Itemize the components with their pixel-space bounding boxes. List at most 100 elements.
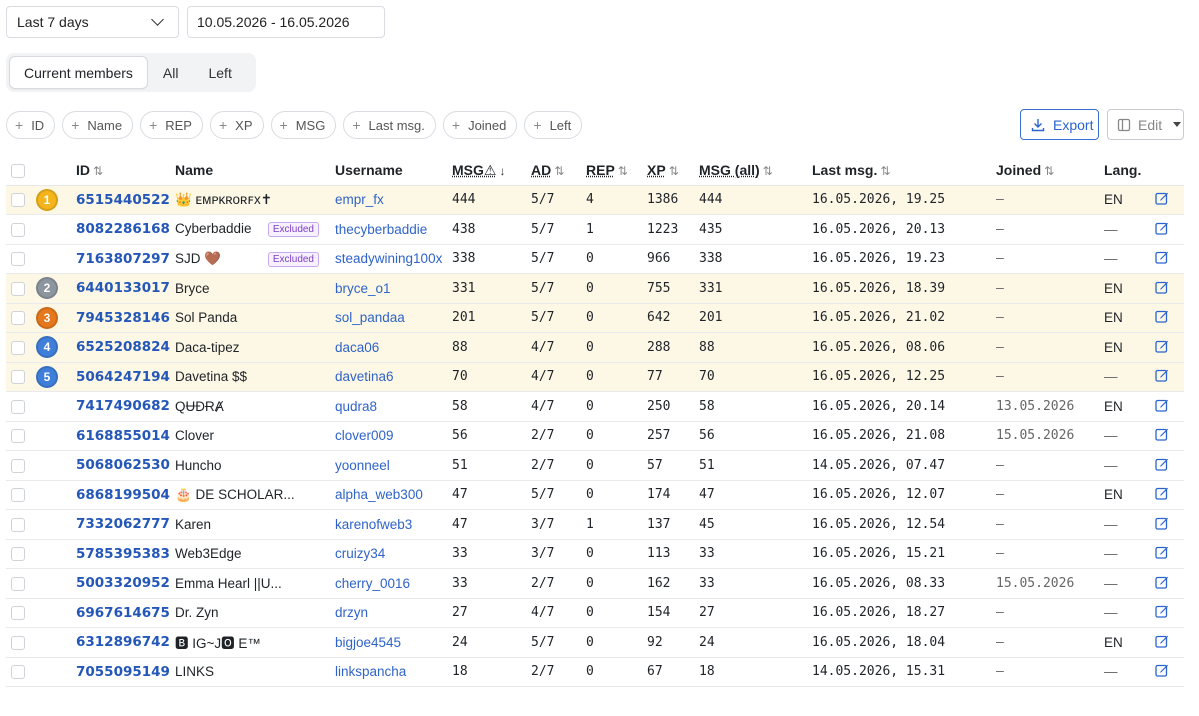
filter-chip-id[interactable]: + ID xyxy=(6,111,56,139)
column-header-xp[interactable]: XP ⇅ xyxy=(647,156,699,186)
column-header-ad[interactable]: AD ⇅ xyxy=(531,156,586,186)
member-username-link[interactable]: davetina6 xyxy=(335,369,394,384)
edit-pencil-icon[interactable] xyxy=(1155,457,1169,474)
export-button[interactable]: Export xyxy=(1020,109,1099,140)
table-row: 6168855014 Clover clover009 56 2/7 0 257… xyxy=(6,421,1184,451)
member-username-link[interactable]: sol_pandaa xyxy=(335,310,405,325)
row-checkbox[interactable] xyxy=(11,311,25,326)
edit-pencil-icon[interactable] xyxy=(1155,516,1169,533)
member-username-link[interactable]: karenofweb3 xyxy=(335,517,412,532)
edit-pencil-icon[interactable] xyxy=(1155,427,1169,444)
edit-pencil-icon[interactable] xyxy=(1155,398,1169,415)
row-checkbox[interactable] xyxy=(11,635,25,650)
joined-value: — xyxy=(996,450,1104,481)
edit-pencil-icon[interactable] xyxy=(1155,309,1169,326)
date-range-input[interactable]: 10.05.2026 - 16.05.2026 xyxy=(187,6,385,38)
member-id-link[interactable]: 6168855014 xyxy=(76,428,170,444)
member-id-link[interactable]: 7417490682 xyxy=(76,398,170,414)
member-username-link[interactable]: thecyberbaddie xyxy=(335,222,427,237)
member-username-link[interactable]: empr_fx xyxy=(335,192,384,207)
filter-chip-last-msg[interactable]: + Last msg. xyxy=(343,111,436,139)
row-checkbox[interactable] xyxy=(11,576,25,591)
member-id-link[interactable]: 8082286168 xyxy=(76,221,170,237)
member-id-link[interactable]: 6440133017 xyxy=(76,280,170,296)
edit-pencil-icon[interactable] xyxy=(1155,191,1169,208)
member-username-link[interactable]: yoonneel xyxy=(335,458,390,473)
edit-pencil-icon[interactable] xyxy=(1155,250,1169,267)
rep-value: 1 xyxy=(586,509,647,540)
row-checkbox[interactable] xyxy=(11,222,25,237)
row-checkbox[interactable] xyxy=(11,606,25,621)
row-checkbox[interactable] xyxy=(11,340,25,355)
rank-cell xyxy=(36,598,76,628)
member-username-link[interactable]: daca06 xyxy=(335,340,379,355)
filter-chip-xp[interactable]: + XP xyxy=(209,111,264,139)
member-id-link[interactable]: 5003320952 xyxy=(76,575,170,591)
member-id-link[interactable]: 6868199504 xyxy=(76,487,170,503)
msg-value: 88 xyxy=(452,332,531,363)
edit-pencil-icon[interactable] xyxy=(1155,221,1169,238)
member-id-link[interactable]: 7055095149 xyxy=(76,664,170,680)
edit-pencil-icon[interactable] xyxy=(1155,339,1169,356)
period-select[interactable]: Last 7 days xyxy=(6,6,179,38)
column-header-msg-all[interactable]: MSG (all) ⇅ xyxy=(699,156,812,186)
row-checkbox[interactable] xyxy=(11,488,25,503)
member-id-link[interactable]: 5785395383 xyxy=(76,546,170,562)
member-id-link[interactable]: 6525208824 xyxy=(76,339,170,355)
column-header-last-msg[interactable]: Last msg. ⇅ xyxy=(812,156,996,186)
row-checkbox[interactable] xyxy=(11,281,25,296)
member-username-link[interactable]: qudra8 xyxy=(335,399,377,414)
edit-pencil-icon[interactable] xyxy=(1155,368,1169,385)
member-username-link[interactable]: alpha_web300 xyxy=(335,487,423,502)
edit-pencil-icon[interactable] xyxy=(1155,604,1169,621)
edit-pencil-icon[interactable] xyxy=(1155,634,1169,651)
table-header-row: ID ⇅ Name Username MSG⚠ ↓ AD ⇅ REP ⇅ XP ⇅ MSG… xyxy=(6,156,1184,186)
member-id-link[interactable]: 7332062777 xyxy=(76,516,170,532)
edit-pencil-icon[interactable] xyxy=(1155,575,1169,592)
row-checkbox[interactable] xyxy=(11,252,25,267)
filter-chip-rep[interactable]: + REP xyxy=(140,111,203,139)
member-username-link[interactable]: cherry_0016 xyxy=(335,576,410,591)
member-username-link[interactable]: cruizy34 xyxy=(335,546,385,561)
member-id-link[interactable]: 6967614675 xyxy=(76,605,170,621)
segment-left[interactable]: Left xyxy=(193,56,246,89)
row-checkbox[interactable] xyxy=(11,517,25,532)
edit-button[interactable]: Edit xyxy=(1107,109,1184,140)
member-id-link[interactable]: 7163807297 xyxy=(76,251,170,267)
row-checkbox[interactable] xyxy=(11,193,25,208)
member-username-link[interactable]: clover009 xyxy=(335,428,394,443)
filter-chip-joined[interactable]: + Joined xyxy=(442,111,518,139)
ad-value: 4/7 xyxy=(531,598,586,628)
column-header-id[interactable]: ID ⇅ xyxy=(76,156,175,186)
select-all-checkbox[interactable] xyxy=(11,164,25,179)
member-id-link[interactable]: 5068062530 xyxy=(76,457,170,473)
edit-pencil-icon[interactable] xyxy=(1155,486,1169,503)
row-checkbox[interactable] xyxy=(11,547,25,562)
member-id-link[interactable]: 6515440522 xyxy=(76,192,170,208)
member-id-link[interactable]: 7945328146 xyxy=(76,310,170,326)
edit-pencil-icon[interactable] xyxy=(1155,663,1169,680)
edit-pencil-icon[interactable] xyxy=(1155,280,1169,297)
member-username-link[interactable]: linkspancha xyxy=(335,664,406,679)
column-header-joined[interactable]: Joined ⇅ xyxy=(996,156,1104,186)
segment-all[interactable]: All xyxy=(148,56,194,89)
member-username-link[interactable]: steadywining100x xyxy=(335,251,442,266)
member-username-link[interactable]: bryce_o1 xyxy=(335,281,391,296)
column-header-msg[interactable]: MSG⚠ ↓ xyxy=(452,156,531,186)
row-checkbox[interactable] xyxy=(11,665,25,680)
member-username-link[interactable]: drzyn xyxy=(335,605,368,620)
segment-current-members[interactable]: Current members xyxy=(9,56,148,89)
row-checkbox[interactable] xyxy=(11,458,25,473)
row-checkbox[interactable] xyxy=(11,370,25,385)
member-id-link[interactable]: 6312896742 xyxy=(76,634,170,650)
joined-value: — xyxy=(996,244,1104,274)
filter-chip-name[interactable]: + Name xyxy=(62,111,134,139)
filter-chip-msg[interactable]: + MSG xyxy=(270,111,337,139)
row-checkbox[interactable] xyxy=(11,399,25,414)
column-header-rep[interactable]: REP ⇅ xyxy=(586,156,647,186)
row-checkbox[interactable] xyxy=(11,429,25,444)
edit-pencil-icon[interactable] xyxy=(1155,545,1169,562)
member-username-link[interactable]: bigjoe4545 xyxy=(335,635,401,650)
member-id-link[interactable]: 5064247194 xyxy=(76,369,170,385)
filter-chip-left[interactable]: + Left xyxy=(524,111,583,139)
